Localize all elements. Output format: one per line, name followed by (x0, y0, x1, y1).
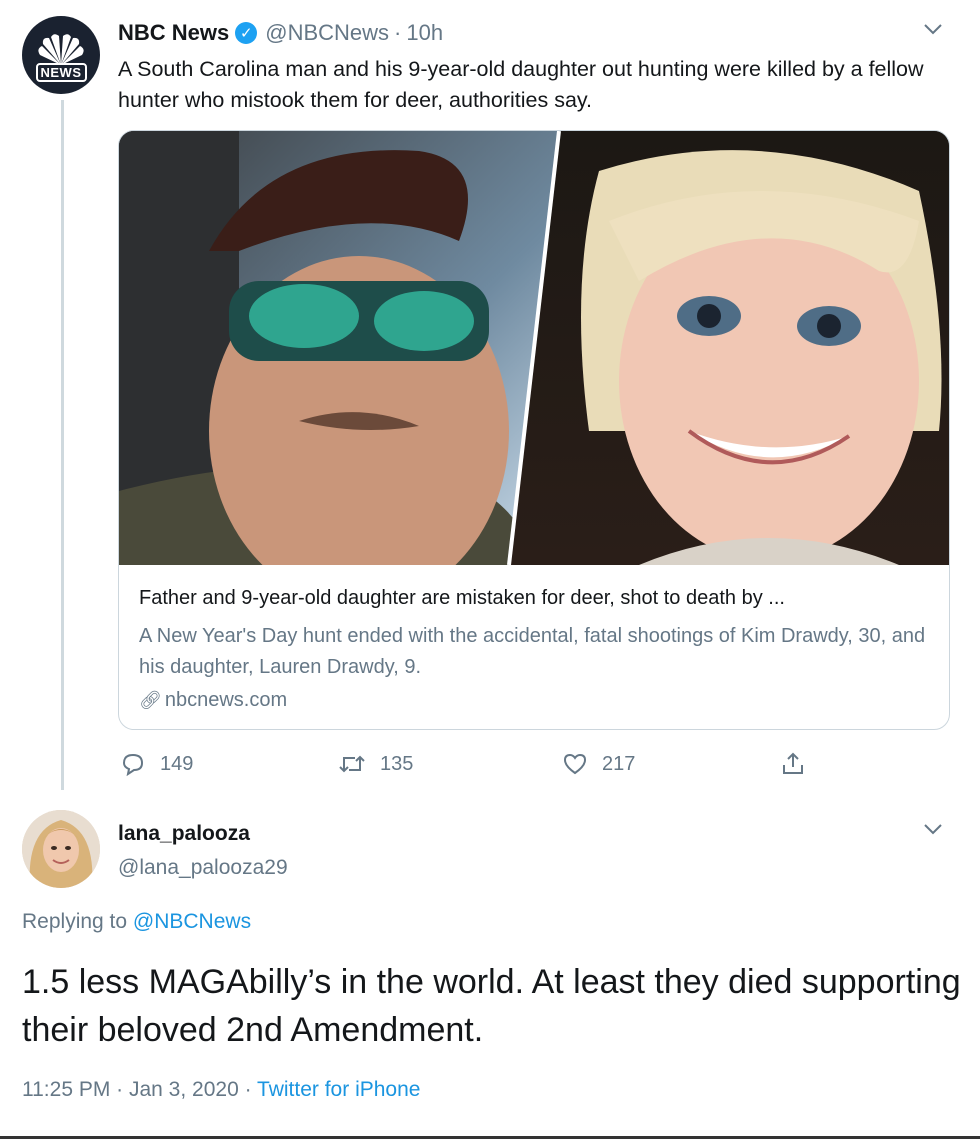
tweet-menu-chevron-icon[interactable] (922, 22, 944, 41)
tweet-time[interactable]: 10h (406, 20, 443, 46)
author-handle[interactable]: @NBCNews (265, 20, 389, 46)
reply-author-handle[interactable]: @lana_palooza29 (118, 856, 288, 880)
peacock-logo-icon (38, 33, 84, 65)
tweet-header: NBC News ✓ @NBCNews · 10h (118, 16, 443, 50)
retweet-button[interactable]: 135 (338, 748, 413, 780)
card-domain-text: nbcnews.com (164, 689, 288, 711)
like-button[interactable]: 217 (562, 748, 635, 780)
card-photo (119, 131, 949, 565)
retweet-count: 135 (380, 752, 414, 775)
share-icon (783, 752, 803, 774)
reply-author-name[interactable]: lana_palooza (118, 822, 250, 846)
card-title: Father and 9-year-old daughter are mista… (139, 587, 785, 609)
reply-menu-chevron-icon[interactable] (922, 822, 944, 841)
share-button[interactable] (780, 748, 820, 780)
header-separator: · (394, 20, 402, 45)
reply-text: 1.5 less MAGAbilly’s in the world. At le… (22, 963, 961, 1049)
author-name[interactable]: NBC News (118, 20, 229, 46)
card-image (119, 131, 949, 565)
heart-icon (563, 753, 587, 775)
news-badge: NEWS (35, 62, 87, 82)
replying-to-handle[interactable]: @NBCNews (133, 910, 251, 933)
link-icon: 🔗︎ (139, 690, 162, 710)
card-description: A New Year's Day hunt ended with the acc… (139, 625, 926, 678)
reply-button[interactable]: 149 (120, 748, 193, 780)
reply-source[interactable]: Twitter for iPhone (257, 1078, 420, 1101)
card-body: Father and 9-year-old daughter are mista… (119, 571, 949, 729)
lana-avatar[interactable] (22, 810, 100, 888)
profile-photo (22, 810, 100, 888)
replying-to-prefix: Replying to (22, 910, 128, 933)
retweet-icon (339, 755, 365, 773)
nbc-news-avatar[interactable]: NEWS (22, 16, 100, 94)
thread-connector-line (61, 100, 64, 790)
reply-timestamp[interactable]: 11:25 PM · Jan 3, 2020 · (22, 1078, 252, 1101)
like-count: 217 (602, 752, 636, 775)
link-card[interactable]: Father and 9-year-old daughter are mista… (118, 130, 950, 730)
verified-badge-icon: ✓ (235, 22, 258, 44)
replying-to: Replying to @NBCNews (22, 910, 251, 934)
card-domain: 🔗︎ nbcnews.com (139, 689, 287, 712)
reply-count: 149 (160, 752, 194, 775)
tweet-text: A South Carolina man and his 9-year-old … (118, 57, 924, 112)
reply-icon (122, 753, 144, 777)
reply-meta: 11:25 PM · Jan 3, 2020 · Twitter for iPh… (22, 1078, 420, 1102)
